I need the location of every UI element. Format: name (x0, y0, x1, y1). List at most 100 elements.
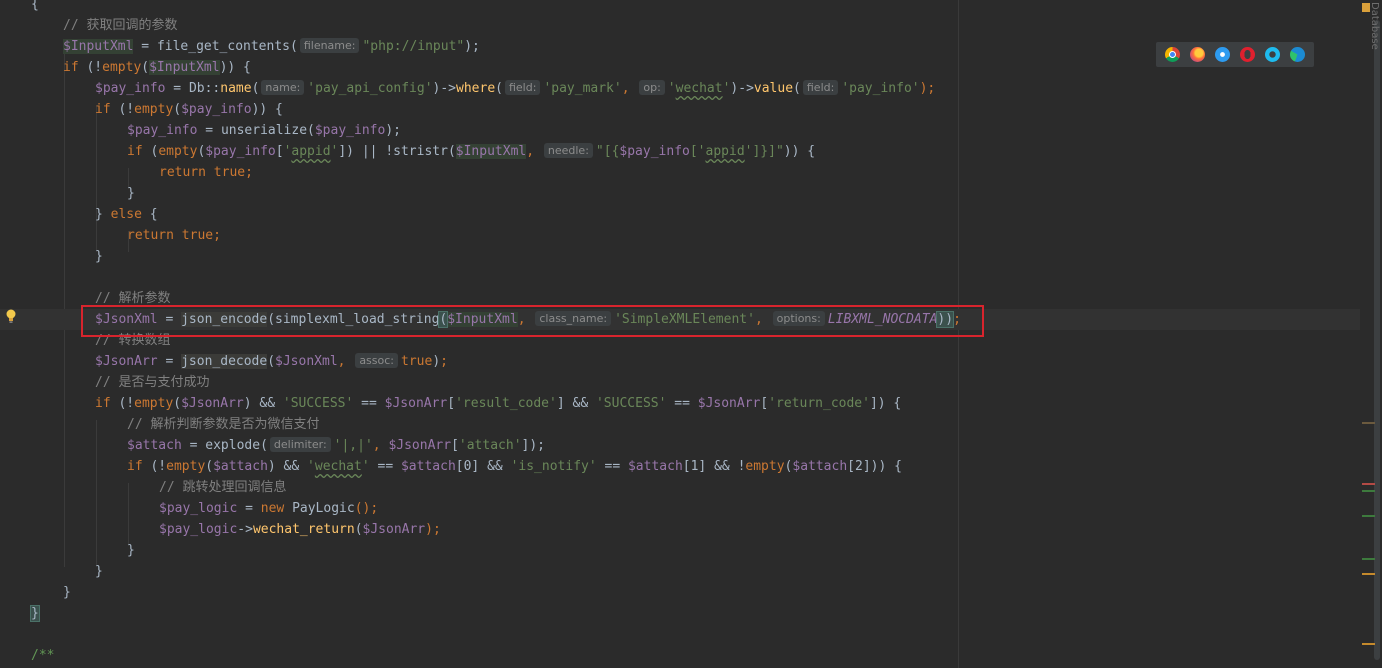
operator: == (666, 396, 698, 411)
variable: $JsonArr (95, 354, 158, 369)
keyword: empty (158, 144, 198, 159)
keyword: if (95, 396, 111, 411)
string: 'SUCCESS' (595, 396, 667, 411)
code-editor[interactable]: { // 获取回调的参数 $InputXml = file_get_conten… (0, 0, 1382, 668)
punctuation: (! (142, 459, 167, 474)
string: wechat (675, 81, 723, 96)
variable: $pay_info (181, 102, 252, 117)
variable: $attach (792, 459, 848, 474)
comment: // 跳转处理回调信息 (159, 480, 287, 495)
database-panel-tab[interactable]: Database (1369, 2, 1380, 50)
error-stripe-mark[interactable] (1362, 573, 1375, 575)
error-stripe-mark[interactable] (1362, 422, 1375, 424)
string: appid (705, 144, 745, 159)
code-line-doc: /** (31, 645, 54, 666)
chrome-icon[interactable] (1165, 47, 1180, 62)
string: 'pay_api_config' (307, 81, 433, 96)
code-line-comment: // 跳转处理回调信息 (159, 477, 286, 498)
operator: ) && (243, 396, 283, 411)
operator: = (133, 39, 157, 54)
parameter-hint: needle: (543, 143, 593, 158)
punctuation: )) { (219, 60, 251, 75)
punctuation: ( (260, 438, 268, 453)
variable: $pay_info (619, 144, 690, 159)
error-stripe-mark[interactable] (1362, 515, 1375, 517)
error-stripe-mark[interactable] (1362, 490, 1375, 492)
code-line: $InputXml = file_get_contents(filename: "… (63, 36, 480, 57)
edge-icon[interactable] (1290, 47, 1305, 62)
variable: $JsonArr (388, 438, 452, 453)
punctuation: ]) || ! (338, 144, 394, 159)
code-line: { (31, 0, 39, 15)
punctuation: ( (307, 123, 315, 138)
brace: { (31, 0, 39, 12)
punctuation: (! (110, 102, 135, 117)
keyword: if (127, 144, 143, 159)
keyword: true (401, 354, 433, 369)
punctuation: , (372, 438, 389, 453)
safari-icon[interactable] (1215, 47, 1230, 62)
operator: = (165, 81, 189, 96)
error-stripe-mark[interactable] (1362, 558, 1375, 560)
comment: // 解析参数 (95, 291, 171, 306)
punctuation: ) (432, 354, 441, 369)
punctuation: , (621, 81, 638, 96)
scrollbar-thumb[interactable] (1374, 20, 1380, 660)
punctuation: ( (142, 144, 159, 159)
operator: [1] && ! (682, 459, 746, 474)
error-stripe-mark[interactable] (1362, 483, 1375, 485)
ie-icon[interactable] (1265, 47, 1280, 62)
punctuation: , (526, 144, 542, 159)
brace: } (127, 543, 135, 558)
parameter-hint: filename: (299, 38, 360, 53)
code-line: if (!empty($pay_info)) { (95, 99, 283, 120)
code-line-comment: // 解析判断参数是否为微信支付 (127, 414, 319, 435)
firefox-icon[interactable] (1190, 47, 1205, 62)
variable: $JsonArr (181, 396, 244, 411)
operator: == (369, 459, 401, 474)
operator: = (237, 501, 261, 516)
string: '|,|' (333, 438, 373, 453)
parameter-hint: field: (802, 80, 839, 95)
string: 'result_code' (455, 396, 557, 411)
string: ' (667, 81, 676, 96)
keyword: if (63, 60, 79, 75)
error-stripe-mark[interactable] (1362, 643, 1375, 645)
variable: $pay_info (205, 144, 276, 159)
variable: $attach (127, 438, 182, 453)
keyword: empty (102, 60, 142, 75)
keyword: empty (745, 459, 785, 474)
matched-brace: } (30, 605, 40, 622)
string: ']}]" (744, 144, 784, 159)
punctuation: ); (385, 123, 401, 138)
code-line: if (!empty($JsonArr) && 'SUCCESS' == $Js… (95, 393, 901, 414)
function-call: file_get_contents( (156, 39, 298, 54)
operator: == (353, 396, 385, 411)
code-line: } (127, 540, 135, 561)
keyword: true (173, 228, 214, 243)
class-name: PayLogic (284, 501, 355, 516)
keyword: empty (134, 396, 174, 411)
editor-scrollbar[interactable]: Database (1360, 0, 1382, 668)
punctuation: ( (793, 81, 801, 96)
code-line: if (empty($pay_info['appid']) || !strist… (127, 141, 815, 162)
code-line: } (63, 582, 71, 603)
punctuation: ( (205, 459, 214, 474)
keyword: return (159, 165, 206, 180)
highlight-box (81, 305, 984, 337)
parameter-hint: field: (504, 80, 541, 95)
brace: } (95, 207, 111, 222)
keyword: if (127, 459, 143, 474)
parameter-hint: delimiter: (269, 437, 331, 452)
punctuation: ( (141, 60, 150, 75)
brace: } (95, 249, 103, 264)
comment: // 解析判断参数是否为微信支付 (127, 417, 320, 432)
opera-icon[interactable] (1240, 47, 1255, 62)
string: 'attach' (458, 438, 522, 453)
lightbulb-icon[interactable] (5, 309, 17, 323)
string: 'pay_info' (841, 81, 920, 96)
keyword: empty (166, 459, 206, 474)
punctuation: [ (447, 396, 456, 411)
punctuation: (! (110, 396, 135, 411)
variable: $JsonArr (384, 396, 448, 411)
